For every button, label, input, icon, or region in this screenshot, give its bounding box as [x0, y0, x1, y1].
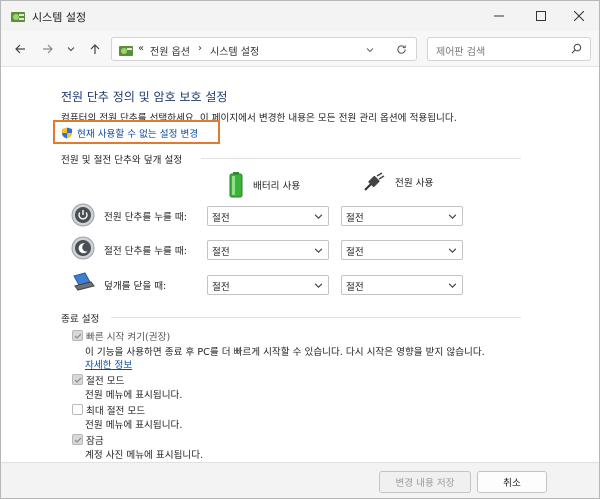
laptop-lid-icon: [73, 272, 95, 291]
lock-description: 계정 사진 메뉴에 표시됩니다.: [85, 450, 204, 461]
lock-label: 잠금: [86, 436, 104, 447]
window-title: 시스템 설정: [32, 11, 87, 24]
highlight-box: 현재 사용할 수 없는 설정 변경: [53, 120, 220, 144]
battery-column-label: 배터리 사용: [253, 181, 301, 192]
search-box[interactable]: 제어판 검색: [427, 37, 591, 61]
cancel-button[interactable]: 취소: [477, 471, 547, 493]
lid-close-battery-select[interactable]: 절전: [207, 275, 329, 295]
sleep-button-plugged-value: 절전: [346, 247, 364, 258]
lock-checkbox[interactable]: [72, 434, 83, 445]
sleep-button-label: 절전 단추를 누를 때:: [104, 246, 187, 257]
power-button-plugged-value: 절전: [346, 213, 364, 224]
control-panel-icon: [119, 46, 133, 56]
lid-close-label: 덮개를 닫을 때:: [104, 281, 167, 292]
breadcrumb-separator: ›: [198, 43, 202, 54]
chevron-down-icon: [448, 214, 457, 219]
minimize-icon: [494, 15, 504, 17]
power-button-battery-select[interactable]: 절전: [207, 206, 329, 226]
plugged-in-column-label: 전원 사용: [395, 178, 434, 189]
chevron-down-icon: [314, 283, 323, 288]
checkmark-icon: [74, 377, 81, 383]
search-placeholder: 제어판 검색: [436, 47, 486, 58]
sleep-button-plugged-select[interactable]: 절전: [341, 240, 463, 260]
more-info-link[interactable]: 자세한 정보: [85, 357, 132, 371]
arrow-left-icon: [15, 44, 25, 54]
sleep-description: 전원 메뉴에 표시됩니다.: [85, 390, 183, 401]
up-button[interactable]: [86, 40, 104, 58]
chevron-down-icon: [67, 47, 75, 52]
refresh-icon[interactable]: [396, 44, 407, 55]
settings-window: 시스템 설정 « 전원 옵션 › 시스템 설정 제어판 검색 전원 단추 정의 …: [0, 0, 600, 499]
sleep-button-battery-value: 절전: [212, 247, 230, 258]
arrow-right-icon: [43, 44, 53, 54]
search-icon: [571, 43, 582, 54]
hibernate-description: 전원 메뉴에 표시됩니다.: [85, 420, 183, 431]
battery-icon: [229, 172, 243, 198]
lid-close-battery-value: 절전: [212, 282, 230, 293]
chevron-down-icon: [314, 214, 323, 219]
breadcrumb-system-settings[interactable]: 시스템 설정: [210, 43, 259, 58]
arrow-up-icon: [90, 44, 100, 54]
footer-bar: 변경 내용 저장 취소: [1, 462, 599, 498]
checkmark-icon: [74, 333, 81, 339]
maximize-icon: [536, 11, 546, 21]
maximize-button[interactable]: [521, 1, 561, 31]
sleep-checkbox[interactable]: [72, 374, 83, 385]
shield-icon: [62, 127, 72, 139]
forward-button[interactable]: [39, 40, 57, 58]
battery-column-header: 배터리 사용: [229, 172, 300, 198]
main-content: 전원 단추 정의 및 암호 보호 설정 컴퓨터의 전원 단추를 선택하세요. 이…: [1, 68, 599, 462]
buttons-section-title: 전원 및 절전 단추와 덮개 설정: [61, 155, 183, 166]
fast-startup-label: 빠른 시작 켜기(권장): [86, 332, 171, 343]
address-bar[interactable]: « 전원 옵션 › 시스템 설정: [111, 37, 417, 61]
title-bar: 시스템 설정: [1, 1, 599, 31]
hibernate-checkbox[interactable]: [72, 404, 83, 415]
chevron-down-icon: [448, 283, 457, 288]
shutdown-section-title: 종료 설정: [61, 314, 100, 325]
breadcrumb-power-options[interactable]: 전원 옵션: [150, 43, 190, 58]
close-icon: [574, 11, 584, 21]
minimize-button[interactable]: [479, 1, 519, 31]
fast-startup-description: 이 기능을 사용하면 종료 후 PC를 더 빠르게 시작할 수 있습니다. 다시…: [85, 347, 485, 358]
sleep-button-icon: [71, 236, 95, 260]
recent-locations-button[interactable]: [62, 40, 80, 58]
power-button-battery-value: 절전: [212, 213, 230, 224]
back-button[interactable]: [11, 40, 29, 58]
checkmark-icon: [74, 437, 81, 443]
lid-close-plugged-select[interactable]: 절전: [341, 275, 463, 295]
lid-close-plugged-value: 절전: [346, 282, 364, 293]
navigation-bar: « 전원 옵션 › 시스템 설정 제어판 검색: [1, 31, 599, 67]
hibernate-label: 최대 절전 모드: [86, 406, 146, 417]
power-button-plugged-select[interactable]: 절전: [341, 206, 463, 226]
power-plug-icon: [364, 172, 385, 191]
change-unavailable-settings-link[interactable]: 현재 사용할 수 없는 설정 변경: [61, 126, 198, 140]
power-button-label: 전원 단추를 누를 때:: [104, 212, 187, 223]
section-divider: [111, 317, 521, 318]
fast-startup-checkbox[interactable]: [72, 330, 83, 341]
save-changes-button[interactable]: 변경 내용 저장: [379, 471, 471, 493]
control-panel-icon: [11, 12, 25, 22]
chevron-down-icon: [314, 248, 323, 253]
close-button[interactable]: [559, 1, 599, 31]
chevron-down-icon: [448, 248, 457, 253]
breadcrumb-overflow[interactable]: «: [138, 43, 144, 54]
section-divider: [201, 158, 521, 159]
page-title: 전원 단추 정의 및 암호 보호 설정: [61, 90, 228, 104]
chevron-down-icon[interactable]: [366, 46, 374, 54]
change-settings-label[interactable]: 현재 사용할 수 없는 설정 변경: [77, 126, 198, 140]
power-button-icon: [71, 203, 95, 227]
plugged-in-column-header: 전원 사용: [363, 172, 433, 192]
sleep-label: 절전 모드: [86, 376, 125, 387]
sleep-button-battery-select[interactable]: 절전: [207, 240, 329, 260]
